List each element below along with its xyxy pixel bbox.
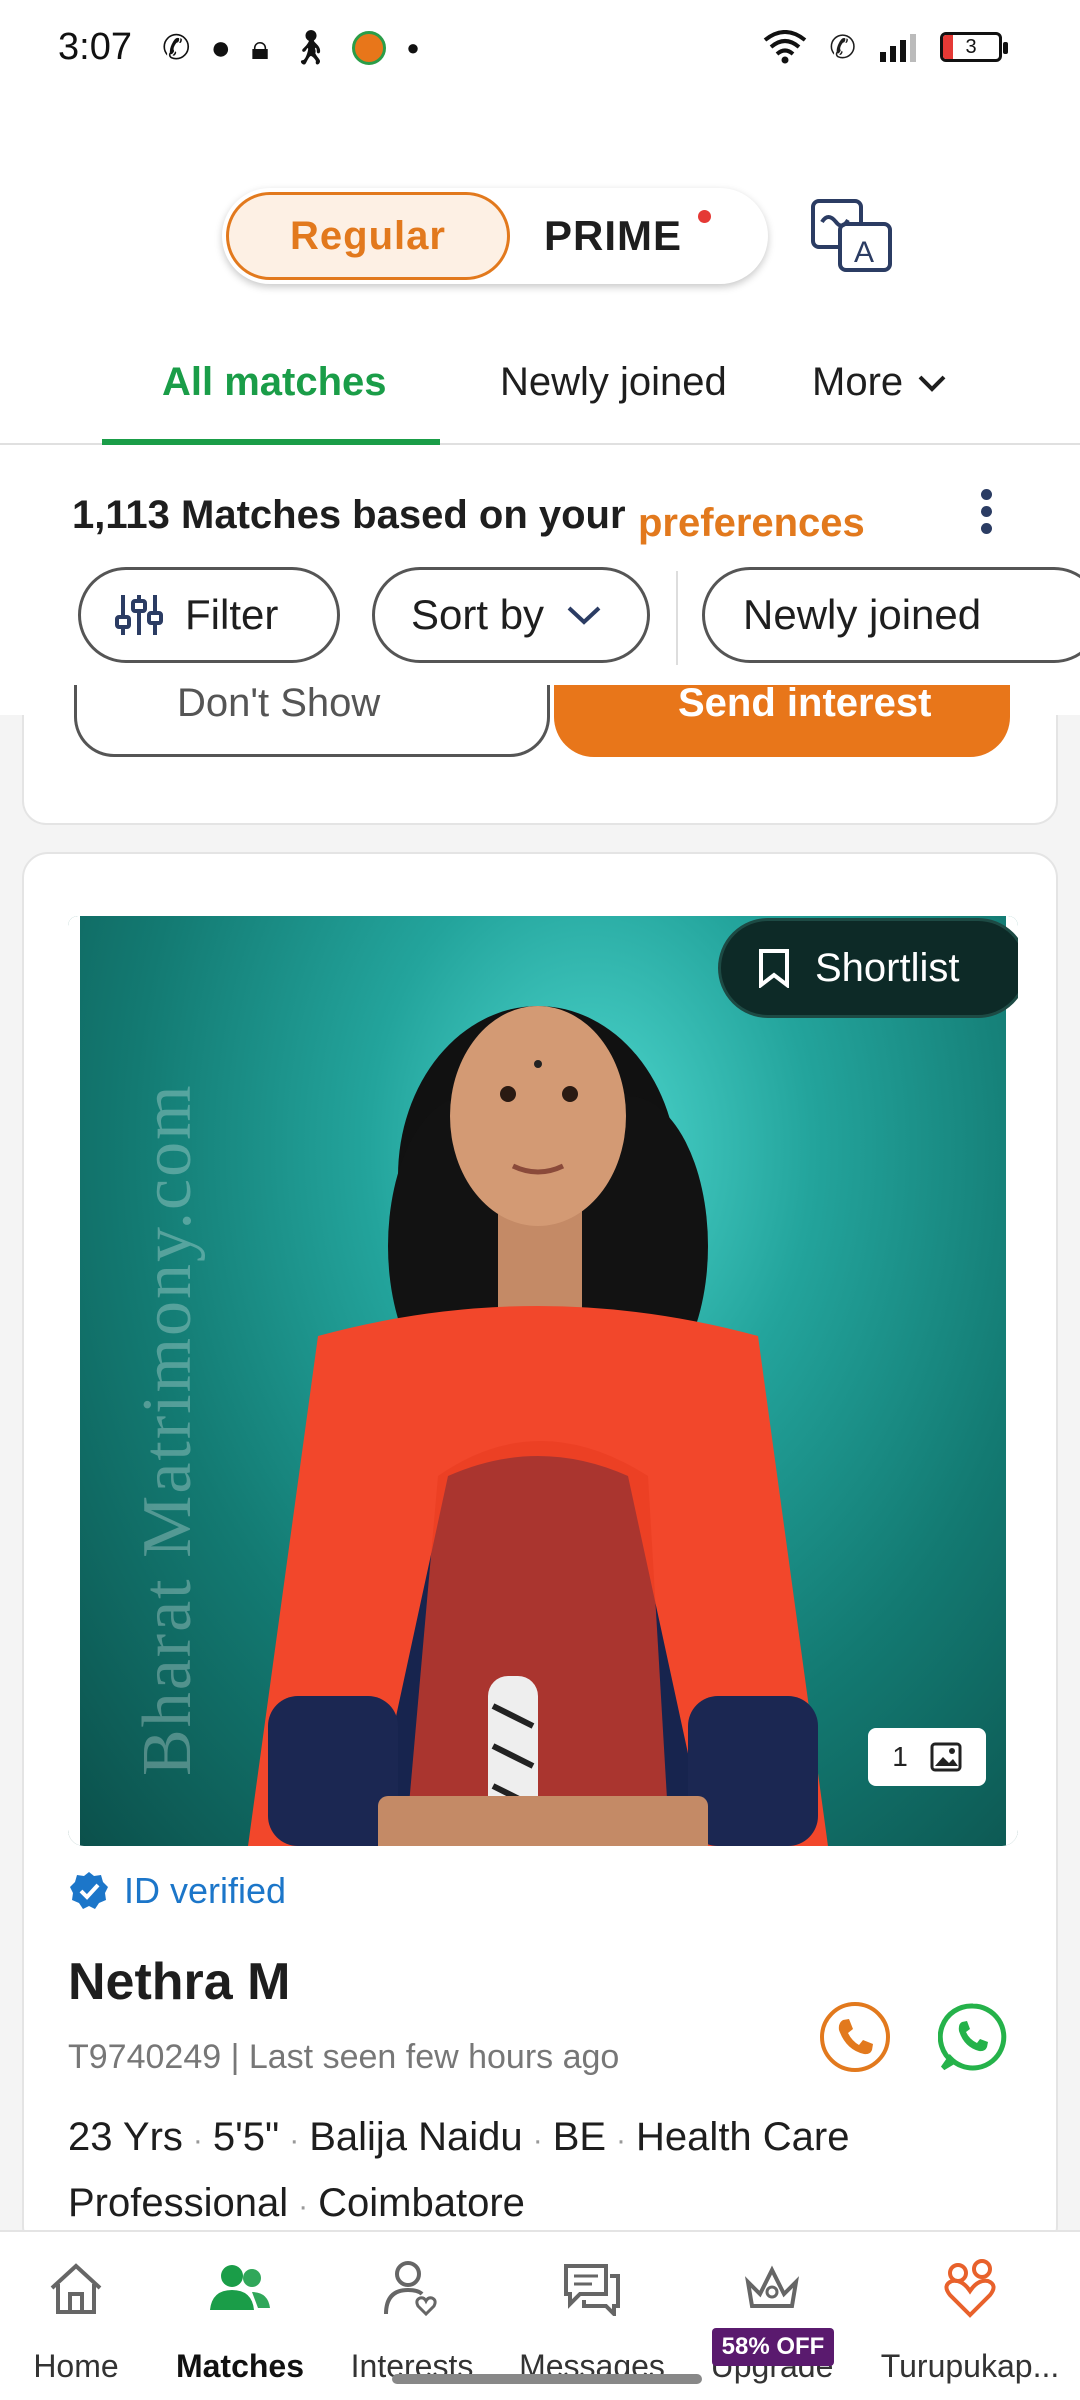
wifi-icon — [763, 30, 807, 64]
phone-icon — [838, 2019, 873, 2055]
prime-notification-dot — [698, 210, 711, 223]
dot-icon: ● — [406, 35, 420, 60]
regular-option[interactable]: Regular — [226, 192, 510, 280]
nav-messages[interactable]: Messages — [502, 2254, 682, 2385]
profile-photo[interactable]: Bharat Matrimony.com Shortlist 1 — [68, 916, 1018, 1846]
nav-interests[interactable]: Interests — [322, 2254, 502, 2385]
profile-name[interactable]: Nethra M — [68, 1952, 290, 2012]
photo-left-edge — [68, 916, 80, 1846]
nav-turupukapu[interactable]: Turupukap... — [870, 2254, 1070, 2385]
shortlist-label: Shortlist — [815, 945, 960, 990]
status-icons-right: ✆ 3 — [763, 28, 1008, 66]
svg-text:A: A — [854, 236, 874, 269]
lock-icon: 🔒︎ — [251, 29, 270, 67]
detail-age: 23 Yrs — [68, 2115, 183, 2159]
nav-home-label: Home — [33, 2348, 119, 2384]
verified-label: ID verified — [124, 1870, 287, 1911]
community-couple-icon — [944, 2259, 996, 2318]
crown-icon — [745, 2265, 799, 2308]
nav-home[interactable]: Home — [0, 2254, 166, 2385]
photo-watermark: Bharat Matrimony.com — [129, 1083, 206, 1776]
volte-icon: ✆ — [829, 29, 856, 65]
chat-bubble-icon: ● — [210, 29, 232, 67]
detail-caste: Balija Naidu — [309, 2115, 523, 2159]
tab-more-label: More — [812, 360, 904, 404]
matches-people-icon — [210, 2265, 270, 2310]
photo-count-badge[interactable]: 1 — [868, 1728, 986, 1786]
tab-all-matches[interactable]: All matches — [162, 360, 387, 405]
plan-toggle[interactable]: Regular PRIME — [222, 188, 768, 284]
nav-turupukapu-label: Turupukap... — [880, 2348, 1060, 2384]
profile-card[interactable]: Bharat Matrimony.com Shortlist 1 ID veri… — [22, 852, 1058, 2252]
signal-icon — [880, 34, 916, 62]
status-bar: 3:07 ✆ ● 🔒︎ 🚶︎ ● ✆ 3 — [0, 0, 1080, 100]
tab-more[interactable]: More — [812, 360, 947, 405]
nav-matches-label: Matches — [175, 2348, 305, 2384]
match-tabs: All matches Newly joined More — [0, 340, 1080, 445]
app-icon — [352, 31, 387, 65]
home-gesture-bar[interactable] — [392, 2374, 702, 2384]
profile-details: 23 Yrs · 5'5" · Balija Naidu · BE · Health Care … — [68, 2115, 850, 2225]
wifi-call-icon: ✆ — [162, 29, 191, 67]
tab-newly-joined[interactable]: Newly joined — [500, 360, 727, 405]
home-icon — [50, 2263, 102, 2314]
profile-person-image — [248, 1006, 828, 1846]
whatsapp-icon — [937, 2003, 1007, 2071]
chevron-down-icon — [918, 375, 946, 392]
bookmark-icon — [759, 949, 789, 988]
prime-option[interactable]: PRIME — [544, 192, 682, 280]
status-time: 3:07 — [58, 26, 132, 68]
discount-badge: 58% OFF — [712, 2328, 834, 2366]
translate-icon[interactable]: A — [810, 198, 894, 274]
status-icons-left: ✆ ● 🔒︎ 🚶︎ ● — [162, 28, 420, 68]
verified-check-icon — [70, 1872, 108, 1909]
photo-right-edge — [1006, 916, 1018, 1846]
shortlist-button[interactable]: Shortlist — [718, 918, 1018, 1018]
battery-icon: 3 — [940, 32, 1008, 62]
detail-height: 5'5" — [212, 2115, 280, 2159]
profile-id-last-seen: T9740249 | Last seen few hours ago — [68, 2038, 620, 2076]
messages-chat-icon — [564, 2264, 620, 2316]
detail-location: Coimbatore — [318, 2181, 525, 2225]
previous-profile-card: Don't Show Send interest — [22, 681, 1058, 825]
nav-matches[interactable]: Matches — [150, 2254, 330, 2385]
id-verified-badge: ID verified — [68, 1870, 286, 1912]
nav-upgrade[interactable]: 58% OFF Upgrade — [682, 2254, 862, 2385]
interests-person-heart-icon — [384, 2261, 437, 2317]
battery-level: 3 — [965, 36, 977, 58]
gallery-icon — [930, 1742, 962, 1772]
call-button[interactable] — [820, 2002, 890, 2072]
whatsapp-button[interactable] — [937, 2002, 1008, 2072]
detail-education: BE — [552, 2115, 607, 2159]
walking-icon: 🚶︎ — [289, 29, 333, 67]
photo-count: 1 — [892, 1741, 908, 1772]
